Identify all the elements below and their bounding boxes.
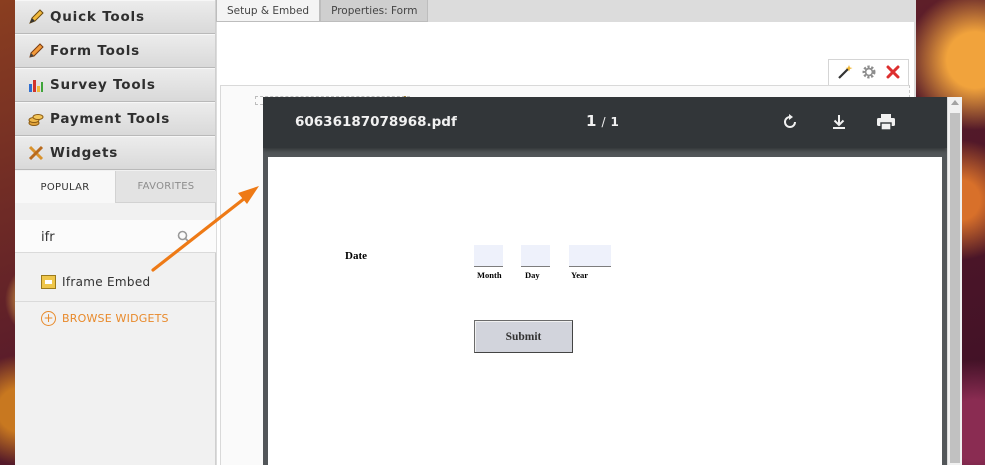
gear-icon[interactable] <box>861 64 877 84</box>
year-sublabel: Year <box>571 270 588 280</box>
widget-item-iframe-embed[interactable]: Iframe Embed <box>15 262 216 302</box>
page-separator: / <box>601 115 606 129</box>
print-button[interactable] <box>875 111 897 133</box>
pencil-icon <box>27 8 45 26</box>
date-label: Date <box>345 250 367 262</box>
submit-button[interactable]: Submit <box>474 320 573 353</box>
page-counter: 1 / 1 <box>586 112 619 130</box>
tab-properties-form[interactable]: Properties: Form <box>320 0 429 22</box>
search-input[interactable] <box>41 228 171 246</box>
category-payment-tools[interactable]: Payment Tools <box>15 102 215 136</box>
pdf-filename: 60636187078968.pdf <box>295 114 457 130</box>
download-button[interactable] <box>828 111 850 133</box>
category-survey-tools[interactable]: Survey Tools <box>15 68 215 102</box>
category-label: Quick Tools <box>50 9 145 25</box>
download-icon <box>833 115 845 129</box>
category-form-tools[interactable]: Form Tools <box>15 34 215 68</box>
widget-search <box>15 220 216 253</box>
year-input[interactable] <box>569 245 611 267</box>
browse-widgets-link[interactable]: + BROWSE WIDGETS <box>41 311 169 326</box>
page-current-number[interactable]: 1 <box>586 112 596 130</box>
close-icon[interactable] <box>886 64 900 83</box>
search-icon[interactable] <box>177 229 191 248</box>
tab-setup-embed[interactable]: Setup & Embed <box>216 0 321 22</box>
iframe-icon <box>41 274 56 289</box>
category-quick-tools[interactable]: Quick Tools <box>15 0 215 34</box>
field-toolbar <box>828 59 909 87</box>
tools-icon <box>27 144 45 162</box>
category-label: Widgets <box>50 145 119 161</box>
pdf-scrollbar[interactable] <box>947 97 962 465</box>
month-sublabel: Month <box>477 270 502 280</box>
tools-panel: Quick Tools Form Tools Survey Tools Paym… <box>15 0 216 465</box>
day-input[interactable] <box>521 245 550 267</box>
browse-widgets-label: BROWSE WIDGETS <box>62 312 169 325</box>
scroll-up-arrow-icon[interactable] <box>951 100 959 105</box>
rotate-button[interactable] <box>779 111 801 133</box>
scroll-thumb[interactable] <box>950 113 960 463</box>
coins-icon <box>27 110 45 128</box>
pdf-page: Date Month Day Year Submit <box>268 157 942 465</box>
widget-item-label: Iframe Embed <box>62 274 151 289</box>
month-input[interactable] <box>474 245 503 267</box>
category-widgets[interactable]: Widgets <box>15 136 215 170</box>
pen-icon <box>27 42 45 60</box>
bar-chart-icon <box>27 76 45 94</box>
page-total-number: 1 <box>610 115 619 129</box>
pdf-toolbar: 60636187078968.pdf 1 / 1 <box>263 97 947 148</box>
day-sublabel: Day <box>525 270 540 280</box>
category-label: Survey Tools <box>50 77 156 93</box>
category-label: Form Tools <box>50 43 141 59</box>
plus-circle-icon: + <box>41 311 56 326</box>
tab-popular[interactable]: POPULAR <box>15 171 116 203</box>
widget-tabs: POPULAR FAVORITES <box>15 171 216 203</box>
category-label: Payment Tools <box>50 111 171 127</box>
rotate-icon <box>784 114 796 128</box>
pdf-viewer: 60636187078968.pdf 1 / 1 Date Month Day … <box>263 97 947 465</box>
editor-tabs: Setup & Embed Properties: Form <box>216 0 429 22</box>
magic-wand-icon[interactable] <box>837 64 853 84</box>
print-icon <box>877 114 895 131</box>
tab-favorites[interactable]: FAVORITES <box>116 171 216 203</box>
